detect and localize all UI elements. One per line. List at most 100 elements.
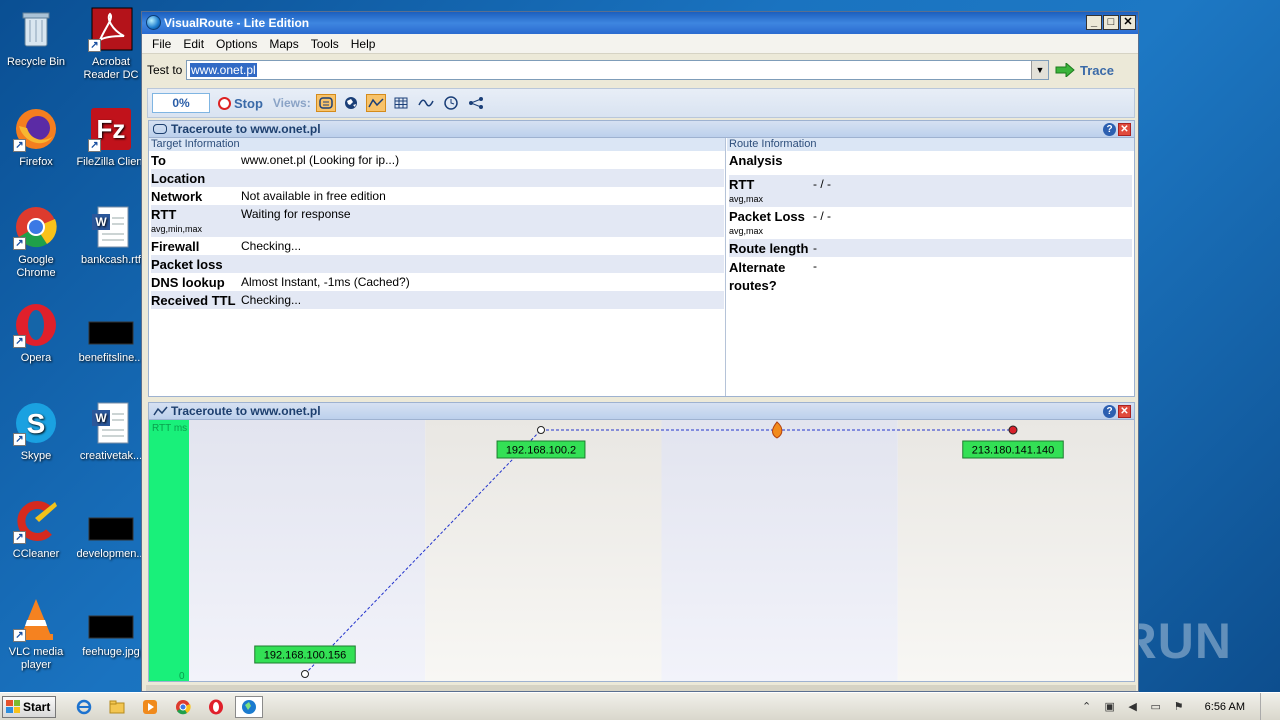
row-key: RTT (151, 207, 177, 222)
desktop-icon-benefitsline[interactable]: benefitsline... (75, 302, 147, 365)
row-value: - / - (813, 177, 831, 191)
graph-bands (189, 420, 1134, 681)
menu-options[interactable]: Options (210, 37, 263, 51)
target-row-dns-lookup: DNS lookup Almost Instant, -1ms (Cached?… (151, 273, 724, 291)
desktop-icon-bankcash[interactable]: W bankcash.rtf (75, 204, 147, 267)
green-arrow-icon (1055, 63, 1075, 77)
test-to-label: Test to (147, 63, 183, 77)
desktop-icon-firefox[interactable]: ↗ Firefox (0, 106, 72, 169)
window-title: VisualRoute - Lite Edition (164, 16, 310, 30)
start-button[interactable]: Start (2, 695, 56, 718)
shortcut-arrow-icon: ↗ (88, 139, 101, 152)
row-value: Waiting for response (241, 207, 351, 221)
skype-icon: S ↗ (13, 400, 59, 446)
desktop-icon-label: VLC media player (8, 646, 64, 671)
desktop-icon-vlc[interactable]: ↗ VLC media player (0, 596, 72, 672)
desktop-icon-filezilla[interactable]: Fz ↗ FileZilla Client (75, 106, 147, 169)
title-bar[interactable]: VisualRoute - Lite Edition _ □ ✕ (142, 12, 1138, 34)
stop-label: Stop (234, 95, 263, 111)
desktop-icon-label: CCleaner (12, 548, 60, 560)
row-key: Received TTL (151, 293, 236, 308)
trace-button[interactable]: Trace (1055, 59, 1127, 81)
panel-icon (153, 124, 167, 134)
taskbar-ie[interactable] (70, 696, 98, 718)
taskbar-explorer[interactable] (103, 696, 131, 718)
target-row-location: Location (151, 169, 724, 187)
menu-edit[interactable]: Edit (177, 37, 210, 51)
test-to-bar: Test to www.onet.pl ▼ Trace (144, 58, 1136, 82)
svg-text:W: W (95, 411, 107, 425)
show-hidden-icons-icon[interactable]: ⌃ (1080, 700, 1094, 714)
destination-node[interactable] (1008, 425, 1018, 435)
row-key: Location (151, 171, 206, 186)
row-value: Not available in free edition (241, 189, 386, 203)
show-desktop-button[interactable] (1260, 693, 1272, 720)
clock-icon[interactable] (441, 94, 461, 112)
clock[interactable]: 6:56 AM (1205, 701, 1245, 713)
visualroute-icon (242, 699, 256, 714)
rtt-graph: RTT ms 0 192.168.100.156 192.168.100.2 213… (149, 420, 1134, 681)
hop-label: 192.168.100.2 (506, 445, 576, 457)
menu-file[interactable]: File (146, 37, 177, 51)
menu-tools[interactable]: Tools (305, 37, 345, 51)
stop-button[interactable]: Stop (218, 96, 263, 111)
graph-icon[interactable] (365, 94, 386, 112)
close-button[interactable]: ✕ (1120, 15, 1136, 30)
taskbar-opera[interactable] (202, 696, 230, 718)
chevron-down-icon[interactable]: ▼ (1031, 61, 1048, 79)
shortcut-arrow-icon: ↗ (88, 39, 101, 52)
desktop-icon-opera[interactable]: ↗ Opera (0, 302, 72, 365)
desktop-icon-recycle-bin[interactable]: Recycle Bin (0, 6, 72, 69)
close-panel-icon[interactable]: ✕ (1118, 405, 1131, 418)
close-panel-icon[interactable]: ✕ (1118, 123, 1131, 136)
recycle-bin-icon (13, 6, 59, 52)
table-icon[interactable] (391, 94, 411, 112)
panel-view-icon[interactable] (315, 94, 336, 112)
desktop-icon-label: creativetak... (79, 450, 143, 462)
taskbar-chrome[interactable] (169, 696, 197, 718)
desktop-icon-developmen[interactable]: developmen... (75, 498, 147, 561)
row-value: - (813, 241, 817, 255)
minimize-button[interactable]: _ (1086, 15, 1102, 30)
target-information-header: Target Information (149, 138, 725, 151)
hop-node[interactable] (537, 426, 545, 434)
shortcut-arrow-icon: ↗ (13, 629, 26, 642)
row-value: Almost Instant, -1ms (Cached?) (241, 275, 410, 289)
taskbar-media-player[interactable] (136, 696, 164, 718)
action-center-flag-icon[interactable]: ⚑ (1172, 700, 1186, 714)
menu-help[interactable]: Help (345, 37, 382, 51)
help-icon[interactable]: ? (1103, 123, 1116, 136)
panel-title: Traceroute to www.onet.pl (171, 404, 321, 418)
desktop-icon-ccleaner[interactable]: ↗ CCleaner (0, 498, 72, 561)
display-icon[interactable]: ▭ (1149, 700, 1163, 714)
traceroute-graph-panel: Traceroute to www.onet.pl ? ✕ RTT ms 0 1… (148, 402, 1135, 682)
panel-header: Traceroute to www.onet.pl ? ✕ (149, 403, 1134, 420)
desktop-icon-skype[interactable]: S ↗ Skype (0, 400, 72, 463)
stop-icon (218, 96, 231, 110)
taskbar-visualroute[interactable] (235, 695, 263, 718)
test-to-value: www.onet.pl (190, 63, 257, 77)
network-status-icon[interactable]: ▣ (1103, 700, 1117, 714)
desktop-icon-feehuge[interactable]: feehuge.jpg (75, 596, 147, 659)
desktop-icon-chrome[interactable]: ↗ Google Chrome (0, 204, 72, 280)
maximize-button[interactable]: □ (1103, 15, 1119, 30)
help-icon[interactable]: ? (1103, 405, 1116, 418)
trace-label: Trace (1080, 62, 1114, 78)
route-row-rtt: RTT - / - avg,max (729, 175, 1132, 207)
globe-icon[interactable] (341, 94, 361, 112)
rtt-axis-bar (149, 420, 189, 681)
row-key: To (151, 153, 166, 168)
network-icon[interactable] (466, 94, 486, 112)
desktop-icon-label: FileZilla Client (76, 156, 146, 168)
target-row-rtt: RTT Waiting for response avg,min,max (151, 205, 724, 237)
opera-icon: ↗ (13, 302, 59, 348)
media-player-icon (143, 699, 157, 714)
volume-icon[interactable]: ◀ (1126, 700, 1140, 714)
desktop-icon-acrobat[interactable]: ↗ Acrobat Reader DC (75, 6, 147, 82)
desktop-icon-creativetak[interactable]: W creativetak... (75, 400, 147, 463)
menu-maps[interactable]: Maps (263, 37, 304, 51)
shortcut-arrow-icon: ↗ (13, 237, 26, 250)
hop-node[interactable] (301, 670, 309, 678)
wave-icon[interactable] (416, 94, 436, 112)
test-to-input[interactable]: www.onet.pl ▼ (186, 60, 1049, 80)
